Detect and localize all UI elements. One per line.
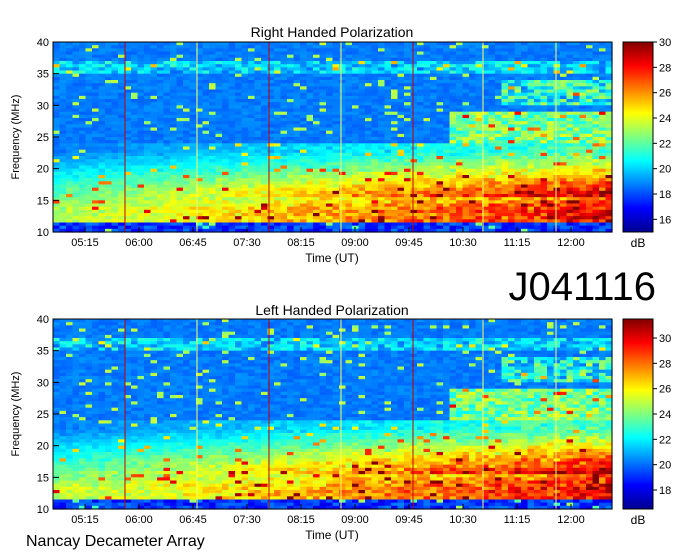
spectrogram-figure: Right Handed Polarization 10152025303540… [10,24,671,550]
heatmap-cells [53,42,613,233]
panel-right-handed: Right Handed Polarization 10152025303540… [10,24,671,265]
panel-title: Right Handed Polarization [251,24,414,40]
heatmap-plot [52,41,613,233]
